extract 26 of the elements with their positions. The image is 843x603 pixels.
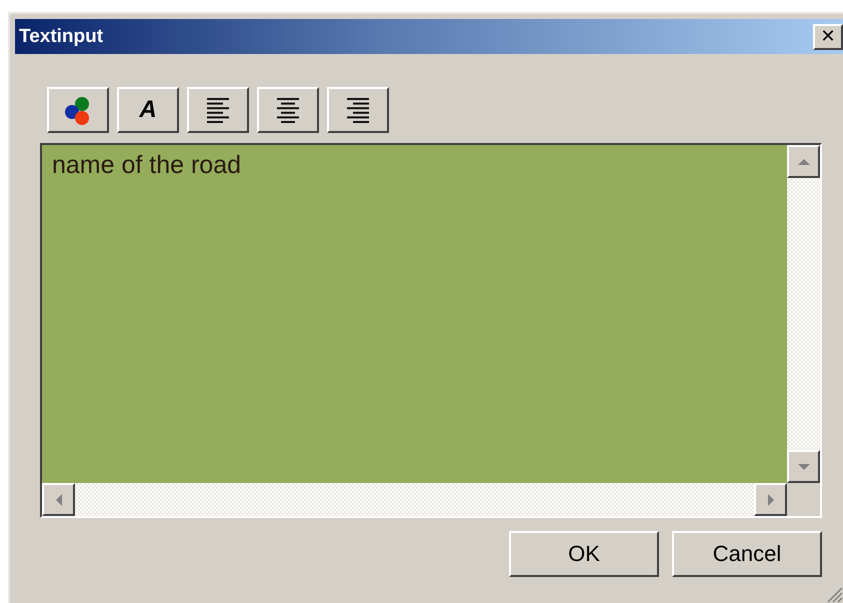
left-arrow-icon xyxy=(54,494,62,506)
font-button[interactable]: A xyxy=(117,87,179,133)
scroll-right-button[interactable] xyxy=(754,483,787,516)
text-value: name of the road xyxy=(51,150,242,181)
window-title: Textinput xyxy=(19,26,104,48)
scroll-left-button[interactable] xyxy=(42,483,75,516)
align-left-icon xyxy=(207,95,229,125)
resize-grip-icon[interactable] xyxy=(825,585,843,603)
down-arrow-icon xyxy=(798,462,810,470)
align-right-icon xyxy=(347,95,369,125)
align-center-icon xyxy=(277,95,299,125)
scrollbar-corner xyxy=(787,483,820,516)
align-center-button[interactable] xyxy=(257,87,319,133)
align-right-button[interactable] xyxy=(327,87,389,133)
color-button[interactable] xyxy=(47,87,109,133)
up-arrow-icon xyxy=(798,158,810,166)
text-area[interactable]: name of the road xyxy=(40,143,822,518)
scroll-up-button[interactable] xyxy=(787,145,820,178)
close-button[interactable]: ✕ xyxy=(813,24,843,50)
scroll-down-button[interactable] xyxy=(787,450,820,483)
right-arrow-icon xyxy=(766,494,774,506)
vertical-scrollbar[interactable] xyxy=(787,145,820,483)
horizontal-scrollbar[interactable] xyxy=(42,483,787,516)
dialog-button[interactable]: OK xyxy=(509,531,659,577)
dialog-button[interactable]: Cancel xyxy=(672,531,822,577)
align-left-button[interactable] xyxy=(187,87,249,133)
